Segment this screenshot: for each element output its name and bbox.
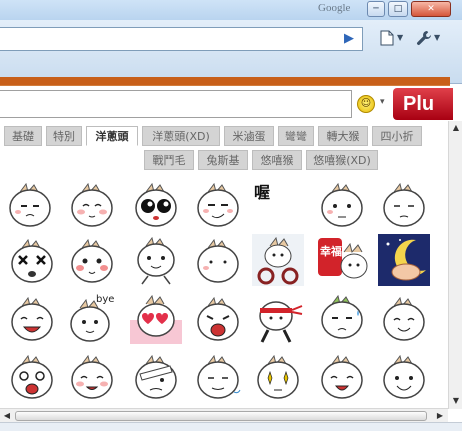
plurk-input[interactable] — [0, 90, 352, 118]
emoticon-oh-text: 喔 — [254, 183, 270, 202]
address-bar[interactable] — [0, 27, 363, 51]
emoticon-onion-ninja[interactable] — [250, 290, 306, 346]
tab-onion-head-xd[interactable]: 洋蔥頭(XD) — [142, 126, 220, 146]
emoticon-onion-smirk[interactable] — [190, 176, 246, 232]
tab-big-monkey[interactable]: 轉大猴 — [318, 126, 368, 146]
emoticon-onion-shy[interactable] — [64, 176, 120, 232]
emoticon-onion-laugh[interactable] — [4, 290, 60, 346]
emoticon-bye-text: bye — [96, 294, 114, 305]
tab-four-small[interactable]: 四小折 — [372, 126, 422, 146]
emoticon-onion-sweat[interactable] — [314, 290, 370, 346]
emoticon-onion-cry[interactable] — [4, 348, 60, 404]
horizontal-scrollbar[interactable]: ◀ ▶ — [0, 408, 448, 422]
emoticon-onion-hearts[interactable] — [128, 290, 184, 346]
tools-menu-caret-icon[interactable]: ▼ — [434, 33, 440, 42]
emoticon-smiley-icon[interactable]: ☺ — [357, 95, 375, 113]
emoticon-onion-bike[interactable] — [250, 232, 306, 288]
emoticon-onion-wave[interactable] — [376, 290, 432, 346]
emoticon-onion-sly[interactable] — [190, 348, 246, 404]
vertical-scrollbar[interactable]: ▲ ▼ — [448, 121, 462, 409]
tab-battle-hair[interactable]: 戰鬥毛 — [144, 150, 194, 170]
emoticon-grid: 喔 幸福 bye — [0, 172, 448, 408]
tab-tuzki[interactable]: 兔斯基 — [198, 150, 248, 170]
emoticon-onion-blank[interactable] — [190, 232, 246, 288]
emoticon-onion-dizzy[interactable] — [4, 232, 60, 288]
emoticon-onion-text-oh[interactable]: 喔 — [250, 176, 306, 232]
close-button[interactable]: ✕ — [411, 1, 451, 17]
page-header-stripe — [0, 77, 450, 85]
tab-rice-egg[interactable]: 米滷蛋 — [224, 126, 274, 146]
emoticon-onion-injured[interactable] — [128, 348, 184, 404]
emoticon-onion-giggle[interactable] — [64, 348, 120, 404]
tab-special[interactable]: 特別 — [46, 126, 82, 146]
maximize-button[interactable]: □ — [388, 1, 408, 17]
emoticon-onion-bored[interactable] — [376, 176, 432, 232]
scroll-down-arrow-icon[interactable]: ▼ — [449, 394, 462, 408]
emoticon-onion-cheer[interactable] — [314, 348, 370, 404]
scroll-up-arrow-icon[interactable]: ▲ — [449, 121, 462, 135]
tab-onion-head[interactable]: 洋蔥頭 — [86, 126, 138, 146]
window-titlebar: Google ─ □ ✕ — [0, 0, 462, 20]
emoticon-onion-hmph[interactable] — [4, 176, 60, 232]
emoticon-onion-fortune[interactable]: 幸福 — [314, 232, 370, 288]
emoticon-onion-moon-sleep[interactable] — [376, 232, 432, 288]
minimize-button[interactable]: ─ — [367, 1, 385, 17]
tab-yoyo-monkey[interactable]: 悠嘻猴 — [252, 150, 302, 170]
tab-yoyo-monkey-xd[interactable]: 悠嘻猴(XD) — [306, 150, 378, 170]
plurk-compose-bar: ☺ ▾ Plu — [0, 85, 453, 121]
emoticon-onion-dance[interactable] — [128, 232, 184, 288]
emoticon-fortune-text: 幸福 — [320, 244, 342, 258]
emoticon-onion-sparkle[interactable] — [250, 348, 306, 404]
emoticon-onion-big-eyes[interactable] — [128, 176, 184, 232]
horizontal-scroll-thumb[interactable] — [15, 411, 427, 421]
emoticon-onion-shout[interactable] — [190, 290, 246, 346]
page-menu-caret-icon[interactable]: ▼ — [397, 33, 403, 42]
tab-basic[interactable]: 基礎 — [4, 126, 42, 146]
window-brand: Google — [318, 2, 351, 14]
emoticon-onion-grin[interactable] — [376, 348, 432, 404]
status-bar — [0, 422, 462, 431]
emoticon-onion-blush[interactable] — [64, 232, 120, 288]
wrench-icon[interactable] — [416, 30, 432, 50]
emoticon-onion-thinking[interactable] — [314, 176, 370, 232]
tab-wanwan[interactable]: 彎彎 — [278, 126, 314, 146]
scroll-left-arrow-icon[interactable]: ◀ — [0, 409, 14, 423]
scroll-right-arrow-icon[interactable]: ▶ — [433, 409, 447, 423]
emoticon-onion-bye[interactable]: bye — [64, 290, 120, 346]
go-button[interactable]: ▶ — [344, 31, 354, 46]
page-menu-icon[interactable] — [380, 30, 394, 50]
plurk-button[interactable]: Plu — [393, 88, 453, 120]
emoticon-dropdown-icon[interactable]: ▾ — [380, 97, 385, 107]
